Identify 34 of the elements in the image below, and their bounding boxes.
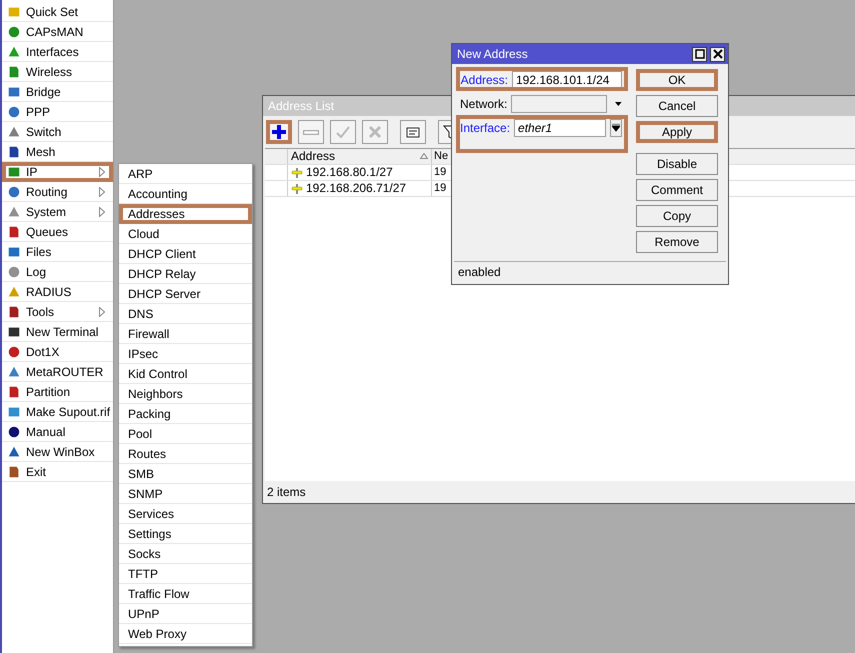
menu-label: System xyxy=(26,204,66,218)
menu-label: RADIUS xyxy=(26,284,72,298)
menu-label: Interfaces xyxy=(26,44,79,58)
window-title: New Address xyxy=(457,46,528,63)
table-cell: 192.168.80.1/27 xyxy=(306,165,393,180)
field-label: Interface: xyxy=(460,120,510,137)
menu-label: IP xyxy=(26,164,38,178)
menu-label: PPP xyxy=(26,104,50,118)
menu-label: New Terminal xyxy=(26,324,98,338)
status-text: enabled xyxy=(454,261,726,282)
menu-label: Queues xyxy=(26,224,68,238)
menu-label: Wireless xyxy=(26,64,72,78)
menu-label: Log xyxy=(26,264,46,278)
menu-label: MetaROUTER xyxy=(26,364,104,378)
field-label: Network: xyxy=(460,96,508,113)
menu-label: Bridge xyxy=(26,84,61,98)
menu-label: Exit xyxy=(26,464,46,478)
table-cell-text: 19 xyxy=(433,165,446,180)
field-label: Address: xyxy=(460,72,508,89)
status-text: 2 items xyxy=(266,484,307,501)
table-cell-text: 19 xyxy=(433,181,446,196)
menu-label: Files xyxy=(26,244,52,258)
menu-label: Dot1X xyxy=(26,344,60,358)
menu-label: Manual xyxy=(26,424,66,438)
menu-label: Make Supout.rif xyxy=(26,404,110,418)
table-cell: 192.168.206.71/27 xyxy=(306,181,406,196)
menu-label: Tools xyxy=(26,304,54,318)
menu-label: Partition xyxy=(26,384,70,398)
menu-label: Mesh xyxy=(26,144,56,158)
menu-label: Routing xyxy=(26,184,68,198)
menu-label: Switch xyxy=(26,124,62,138)
menu-label: New WinBox xyxy=(26,444,95,458)
menu-label: CAPsMAN xyxy=(26,24,84,38)
menu-label: Quick Set xyxy=(26,4,78,18)
